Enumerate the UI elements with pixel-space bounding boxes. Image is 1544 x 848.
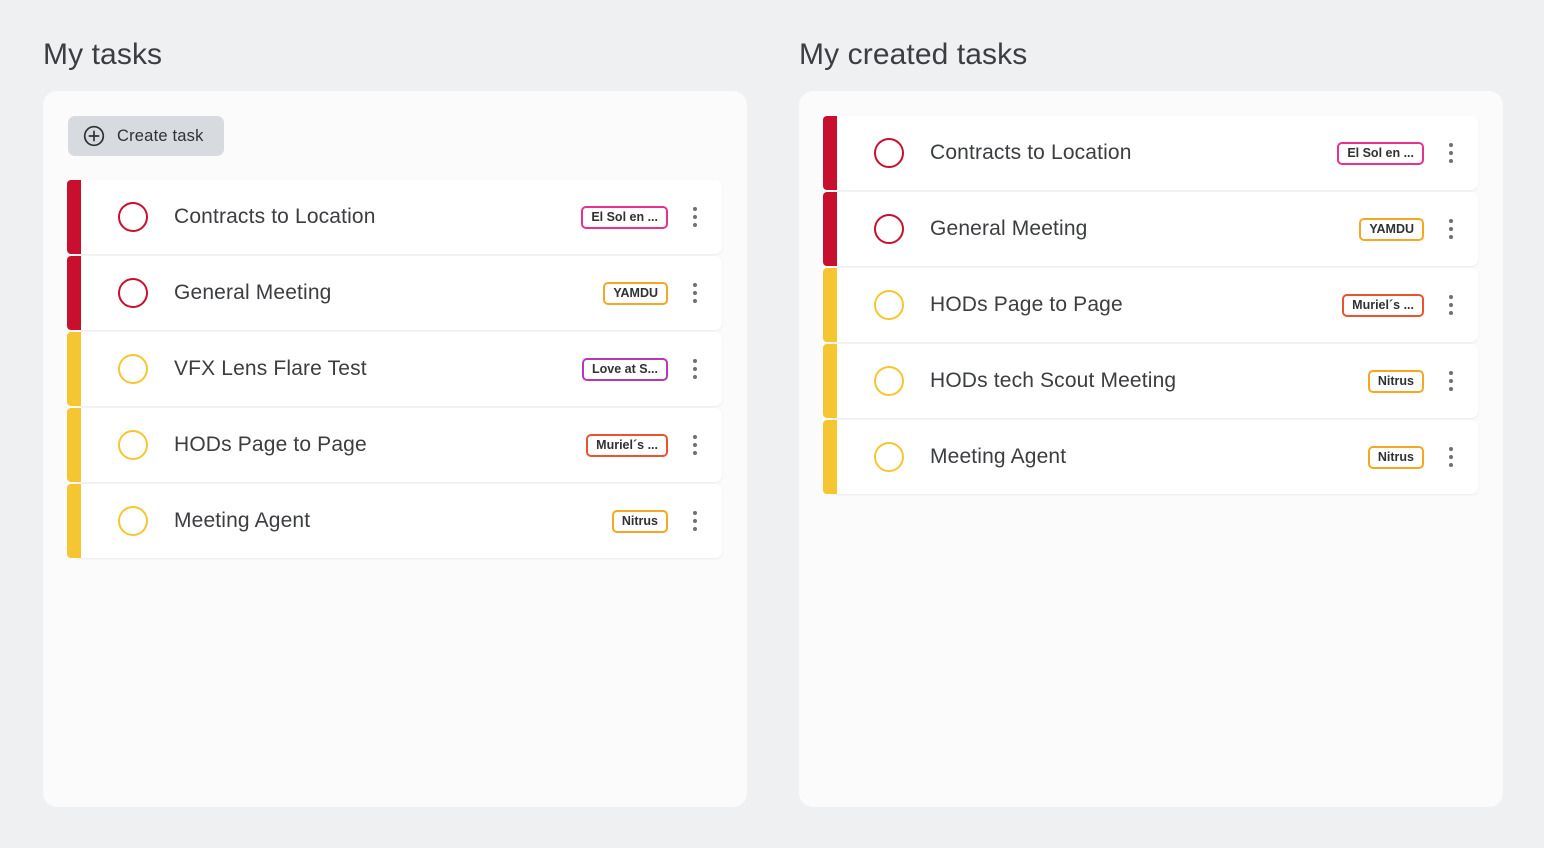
my-tasks-column: My tasks Create task Contracts to Locati…	[43, 0, 747, 848]
task-title: General Meeting	[930, 217, 1088, 240]
more-vertical-icon[interactable]	[682, 352, 708, 386]
task-priority-accent-bar	[823, 420, 837, 494]
more-vertical-icon[interactable]	[1438, 288, 1464, 322]
circle-outline-icon[interactable]	[874, 214, 904, 244]
task-project-badge: El Sol en ...	[581, 205, 668, 229]
circle-outline-icon[interactable]	[118, 430, 148, 460]
task-project-badge: El Sol en ...	[1337, 141, 1424, 165]
more-vertical-icon[interactable]	[1438, 136, 1464, 170]
more-vertical-icon[interactable]	[1438, 440, 1464, 474]
task-row[interactable]: HODs Page to Page Muriel´s ...	[823, 268, 1478, 342]
my-tasks-card: Create task Contracts to Location El Sol …	[43, 91, 747, 807]
task-priority-accent-bar	[823, 192, 837, 266]
circle-outline-icon[interactable]	[118, 278, 148, 308]
task-priority-accent-bar	[67, 256, 81, 330]
my-created-tasks-card: Contracts to Location El Sol en ... Genera…	[799, 91, 1503, 807]
task-title: General Meeting	[174, 281, 332, 304]
task-title: Meeting Agent	[174, 509, 311, 532]
task-title: HODs Page to Page	[174, 433, 367, 456]
task-priority-accent-bar	[67, 484, 81, 558]
more-vertical-icon[interactable]	[682, 276, 708, 310]
task-project-badge: YAMDU	[1359, 217, 1424, 241]
create-task-button[interactable]: Create task	[68, 116, 224, 156]
my-created-tasks-list: Contracts to Location El Sol en ... Genera…	[799, 116, 1503, 494]
task-row[interactable]: General Meeting YAMDU	[823, 192, 1478, 266]
task-title: HODs tech Scout Meeting	[930, 369, 1177, 392]
task-project-badge: Nitrus	[611, 509, 668, 533]
task-priority-accent-bar	[823, 116, 837, 190]
task-project-badge: Nitrus	[1367, 369, 1424, 393]
create-task-button-label: Create task	[117, 126, 204, 145]
task-title: Contracts to Location	[174, 205, 376, 228]
task-priority-accent-bar	[67, 180, 81, 254]
circle-outline-icon[interactable]	[118, 354, 148, 384]
task-project-badge: Love at S...	[582, 357, 668, 381]
circle-outline-icon[interactable]	[874, 138, 904, 168]
task-title: Meeting Agent	[930, 445, 1067, 468]
circle-outline-icon[interactable]	[874, 290, 904, 320]
task-row[interactable]: HODs Page to Page Muriel´s ...	[67, 408, 722, 482]
create-task-area: Create task	[43, 91, 747, 156]
task-row[interactable]: VFX Lens Flare Test Love at S...	[67, 332, 722, 406]
task-project-badge: Muriel´s ...	[586, 433, 668, 457]
circle-outline-icon[interactable]	[118, 202, 148, 232]
task-priority-accent-bar	[67, 408, 81, 482]
task-title: HODs Page to Page	[930, 293, 1123, 316]
tasks-dashboard: My tasks Create task Contracts to Locati…	[0, 0, 1544, 848]
task-priority-accent-bar	[823, 344, 837, 418]
circle-outline-icon[interactable]	[118, 506, 148, 536]
more-vertical-icon[interactable]	[1438, 364, 1464, 398]
task-row[interactable]: Meeting Agent Nitrus	[67, 484, 722, 558]
task-priority-accent-bar	[67, 332, 81, 406]
task-priority-accent-bar	[823, 268, 837, 342]
circle-outline-icon[interactable]	[874, 366, 904, 396]
task-row[interactable]: General Meeting YAMDU	[67, 256, 722, 330]
task-row[interactable]: Meeting Agent Nitrus	[823, 420, 1478, 494]
more-vertical-icon[interactable]	[1438, 212, 1464, 246]
my-created-tasks-column: My created tasks Contracts to Location El…	[799, 0, 1503, 848]
task-row[interactable]: Contracts to Location El Sol en ...	[67, 180, 722, 254]
task-project-badge: Nitrus	[1367, 445, 1424, 469]
circle-outline-icon[interactable]	[874, 442, 904, 472]
task-row[interactable]: HODs tech Scout Meeting Nitrus	[823, 344, 1478, 418]
more-vertical-icon[interactable]	[682, 504, 708, 538]
task-title: Contracts to Location	[930, 141, 1132, 164]
task-project-badge: Muriel´s ...	[1342, 293, 1424, 317]
more-vertical-icon[interactable]	[682, 428, 708, 462]
plus-circle-icon	[83, 125, 105, 147]
task-row[interactable]: Contracts to Location El Sol en ...	[823, 116, 1478, 190]
task-project-badge: YAMDU	[603, 281, 668, 305]
more-vertical-icon[interactable]	[682, 200, 708, 234]
page-title-my-tasks: My tasks	[43, 38, 163, 71]
task-title: VFX Lens Flare Test	[174, 357, 367, 380]
my-tasks-list: Contracts to Location El Sol en ... Genera…	[43, 180, 747, 558]
page-title-my-created-tasks: My created tasks	[799, 38, 1028, 71]
